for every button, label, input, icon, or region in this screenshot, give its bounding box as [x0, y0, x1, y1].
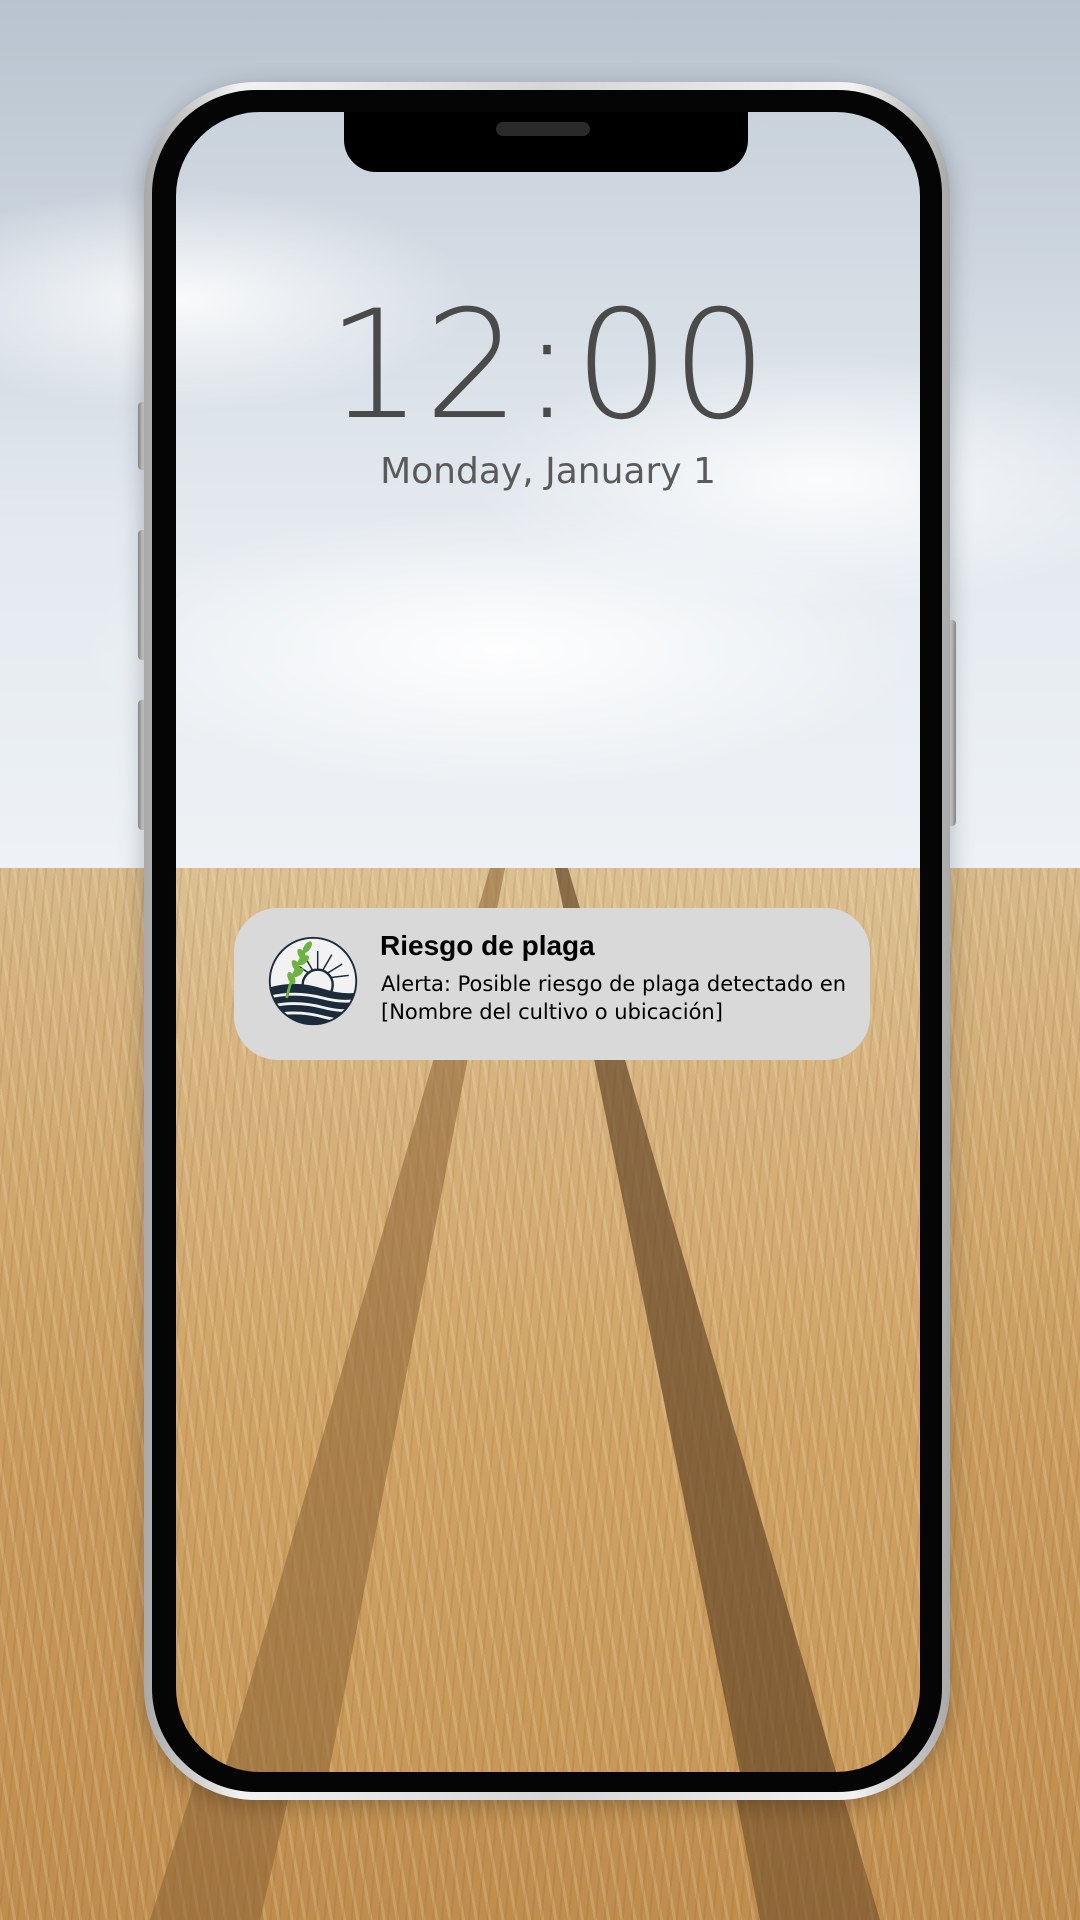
- phone-speaker: [496, 122, 590, 136]
- lock-screen-date: Monday, January 1: [380, 451, 716, 492]
- pest-risk-notification[interactable]: Riesgo de plaga Alerta: Posible riesgo d…: [234, 908, 870, 1060]
- mockup-scene: 12:00 Monday, January 1 Riesgo de plaga …: [0, 0, 1080, 1920]
- wheat-sunrise-logo-icon: [268, 936, 358, 1026]
- phone-notch: [344, 112, 748, 172]
- wallpaper-sky: [176, 112, 920, 982]
- notification-title: Riesgo de plaga: [380, 930, 595, 961]
- lock-screen-time: 12:00: [326, 279, 770, 453]
- notification-body: Alerta: Posible riesgo de plaga detectad…: [381, 972, 847, 1024]
